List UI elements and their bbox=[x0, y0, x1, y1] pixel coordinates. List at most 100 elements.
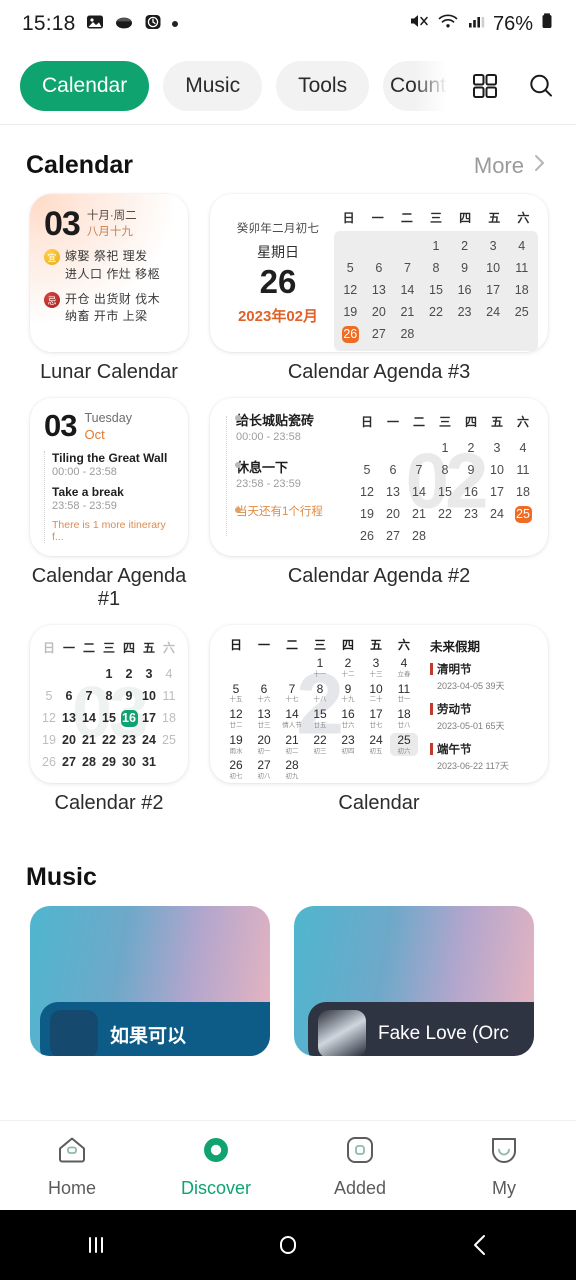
calendar-day-cell[interactable]: 10 bbox=[484, 459, 510, 481]
calendar-day-cell[interactable]: 5 bbox=[354, 459, 380, 481]
music-card[interactable]: Fake Love (Orc bbox=[294, 906, 534, 1056]
widget-calendar-2[interactable]: 03 日一二三四五六 1 2 3 4 5 6 7 8 9 10 11 12 13 14 15 16 17 18 19… bbox=[20, 625, 198, 815]
calendar-day-cell[interactable]: 23 bbox=[450, 302, 479, 324]
calendar-day-cell[interactable]: 9 bbox=[119, 685, 139, 707]
calendar-day-cell[interactable]: 21 初二 bbox=[278, 733, 306, 757]
calendar-day-cell[interactable]: 2 bbox=[119, 663, 139, 685]
nav-item-added[interactable]: Added bbox=[288, 1133, 432, 1199]
widget-calendar-agenda-1[interactable]: 03 Tuesday Oct Tiling the Great Wall 00:… bbox=[20, 398, 198, 611]
calendar-day-cell[interactable]: 24 初五 bbox=[362, 733, 390, 757]
calendar-day-cell[interactable]: 27 bbox=[59, 752, 79, 774]
tab-calendar[interactable]: Calendar bbox=[20, 61, 150, 111]
calendar-day-cell[interactable]: 7 bbox=[393, 257, 422, 279]
calendar-day-cell[interactable]: 10 二十 bbox=[362, 682, 390, 706]
calendar-day-cell[interactable]: 6 bbox=[365, 257, 394, 279]
calendar-day-cell[interactable]: 9 bbox=[450, 257, 479, 279]
calendar-day-cell[interactable]: 13 bbox=[365, 279, 394, 301]
nav-item-my[interactable]: My bbox=[432, 1133, 576, 1199]
calendar-day-cell[interactable]: 27 bbox=[365, 324, 394, 346]
widget-calendar-agenda-3[interactable]: 癸卯年二月初七 星期日 26 2023年02月 日一二三四五六 12345678… bbox=[210, 194, 548, 384]
calendar-day-cell[interactable]: 12 bbox=[336, 279, 365, 301]
calendar-day-cell[interactable]: 26 bbox=[39, 752, 59, 774]
calendar-day-cell[interactable]: 17 bbox=[139, 707, 159, 729]
calendar-day-cell[interactable]: 17 廿七 bbox=[362, 707, 390, 731]
calendar-day-cell[interactable]: 5 bbox=[336, 257, 365, 279]
calendar-day-cell[interactable]: 25 bbox=[510, 504, 536, 526]
calendar-day-cell[interactable]: 11 bbox=[507, 257, 536, 279]
music-player-bar[interactable]: 如果可以 bbox=[40, 1002, 270, 1056]
calendar-day-cell[interactable]: 16 bbox=[458, 481, 484, 503]
widget-lunar-calendar[interactable]: 03 十月·周二 八月十九 宜 嫁娶 祭祀 理发 进人口 作灶 移柩 忌 开仓 … bbox=[20, 194, 198, 384]
calendar-day-cell[interactable]: 30 bbox=[119, 752, 139, 774]
calendar-day-cell[interactable]: 27 bbox=[380, 526, 406, 548]
lunar-calendar-card[interactable]: 03 十月·周二 八月十九 宜 嫁娶 祭祀 理发 进人口 作灶 移柩 忌 开仓 … bbox=[30, 194, 188, 352]
calendar-day-cell[interactable]: 16 bbox=[119, 707, 139, 729]
calendar-day-cell[interactable]: 8 bbox=[99, 685, 119, 707]
calendar-day-cell[interactable]: 18 bbox=[510, 481, 536, 503]
calendar-day-cell[interactable]: 20 bbox=[59, 730, 79, 752]
calendar-2-card[interactable]: 03 日一二三四五六 1 2 3 4 5 6 7 8 9 10 11 12 13 14 15 16 17 18 19… bbox=[30, 625, 188, 783]
calendar-day-cell[interactable]: 2 bbox=[458, 437, 484, 459]
calendar-day-cell[interactable]: 13 bbox=[59, 707, 79, 729]
calendar-day-cell[interactable]: 12 廿二 bbox=[222, 707, 250, 731]
tab-tools[interactable]: Tools bbox=[276, 61, 370, 111]
calendar-day-cell[interactable]: 28 初九 bbox=[278, 758, 306, 782]
calendar-day-cell[interactable]: 15 bbox=[432, 481, 458, 503]
calendar-day-cell[interactable]: 8 bbox=[422, 257, 451, 279]
calendar-day-cell[interactable]: 14 bbox=[406, 481, 432, 503]
calendar-day-cell[interactable]: 3 bbox=[484, 437, 510, 459]
home-button[interactable] bbox=[192, 1228, 384, 1262]
calendar-day-cell[interactable]: 2 bbox=[450, 235, 479, 257]
calendar-day-cell[interactable]: 15 廿五 bbox=[306, 707, 334, 731]
calendar-day-cell[interactable]: 25 bbox=[507, 302, 536, 324]
calendar-day-cell[interactable]: 23 bbox=[119, 730, 139, 752]
widget-calendar-agenda-2[interactable]: 给长城贴瓷砖 00:00 - 23:58 休息一下 23:58 - 23:59 … bbox=[210, 398, 548, 611]
calendar-full-card[interactable]: 2 日一二三四五六 1 十一 2 十二 3 十三 4 立春 5 十五 6 十六 7 十七 8 十八 9 十九 10 二… bbox=[210, 625, 548, 783]
calendar-day-cell[interactable]: 24 bbox=[139, 730, 159, 752]
calendar-day-cell[interactable]: 6 bbox=[380, 459, 406, 481]
calendar-day-cell[interactable]: 19 雨水 bbox=[222, 733, 250, 757]
calendar-agenda-3-card[interactable]: 癸卯年二月初七 星期日 26 2023年02月 日一二三四五六 12345678… bbox=[210, 194, 548, 352]
calendar-day-cell[interactable]: 11 廿一 bbox=[390, 682, 418, 706]
calendar-day-cell[interactable]: 1 bbox=[422, 235, 451, 257]
calendar-day-cell[interactable]: 1 十一 bbox=[306, 656, 334, 680]
calendar-day-cell[interactable]: 24 bbox=[479, 302, 508, 324]
calendar-day-cell[interactable]: 3 十三 bbox=[362, 656, 390, 680]
calendar-day-cell[interactable]: 20 bbox=[380, 504, 406, 526]
calendar-day-cell[interactable]: 14 情人节 bbox=[278, 707, 306, 731]
calendar-day-cell[interactable]: 14 bbox=[79, 707, 99, 729]
calendar-day-cell[interactable]: 6 十六 bbox=[250, 682, 278, 706]
calendar-day-cell[interactable]: 9 十九 bbox=[334, 682, 362, 706]
calendar-day-cell[interactable]: 24 bbox=[484, 504, 510, 526]
nav-item-home[interactable]: Home bbox=[0, 1133, 144, 1199]
calendar-day-cell[interactable]: 10 bbox=[479, 257, 508, 279]
calendar-day-cell[interactable]: 23 初四 bbox=[334, 733, 362, 757]
calendar-day-cell[interactable]: 16 廿六 bbox=[334, 707, 362, 731]
calendar-day-cell[interactable]: 21 bbox=[79, 730, 99, 752]
calendar-day-cell[interactable]: 12 bbox=[354, 481, 380, 503]
calendar-day-cell[interactable]: 3 bbox=[479, 235, 508, 257]
calendar-agenda-1-card[interactable]: 03 Tuesday Oct Tiling the Great Wall 00:… bbox=[30, 398, 188, 556]
calendar-day-cell[interactable]: 4 立春 bbox=[390, 656, 418, 680]
calendar-day-cell[interactable]: 28 bbox=[79, 752, 99, 774]
calendar-day-cell[interactable]: 13 bbox=[380, 481, 406, 503]
calendar-day-cell[interactable]: 23 bbox=[458, 504, 484, 526]
calendar-day-cell[interactable]: 18 bbox=[159, 707, 179, 729]
search-icon[interactable] bbox=[524, 69, 558, 103]
calendar-day-cell[interactable]: 22 bbox=[99, 730, 119, 752]
calendar-day-cell[interactable]: 5 bbox=[39, 685, 59, 707]
calendar-day-cell[interactable]: 25 初六 bbox=[390, 732, 418, 757]
calendar-day-cell[interactable]: 28 bbox=[406, 526, 432, 548]
grid-icon[interactable] bbox=[468, 69, 502, 103]
calendar-day-cell[interactable]: 21 bbox=[406, 504, 432, 526]
recents-button[interactable] bbox=[0, 1228, 192, 1262]
calendar-day-cell[interactable]: 1 bbox=[99, 663, 119, 685]
calendar-day-cell[interactable]: 5 十五 bbox=[222, 682, 250, 706]
calendar-day-cell[interactable]: 21 bbox=[393, 302, 422, 324]
calendar-day-cell[interactable]: 3 bbox=[139, 663, 159, 685]
calendar-day-cell[interactable]: 28 bbox=[393, 324, 422, 346]
tab-music[interactable]: Music bbox=[163, 61, 263, 111]
calendar-day-cell[interactable]: 4 bbox=[510, 437, 536, 459]
calendar-day-cell[interactable]: 17 bbox=[479, 279, 508, 301]
back-button[interactable] bbox=[384, 1228, 576, 1262]
